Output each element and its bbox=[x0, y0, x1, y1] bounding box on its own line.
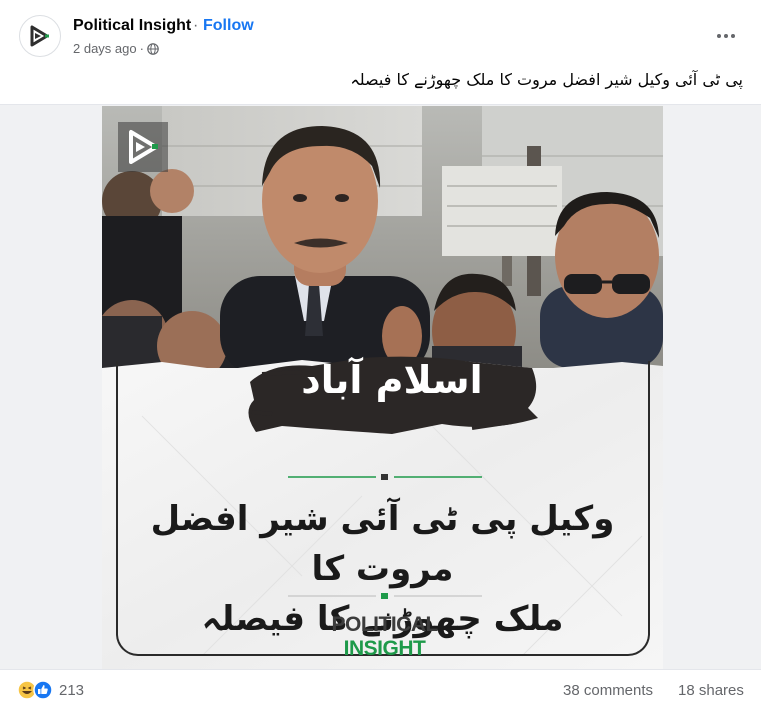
page-name-link[interactable]: Political Insight bbox=[73, 17, 191, 35]
reaction-count: 213 bbox=[59, 681, 85, 699]
brand-word-2: INSIGHT bbox=[343, 637, 426, 660]
image-logo-icon bbox=[118, 122, 168, 172]
divider-bottom bbox=[288, 593, 482, 599]
brand-word-1: POLITICAL bbox=[331, 613, 438, 636]
post-image[interactable]: اسلام آباد وکیل پی ٹی آئی شیر افضل مروت … bbox=[102, 106, 663, 669]
globe-icon bbox=[147, 42, 159, 55]
post-meta: 2 days ago · bbox=[73, 41, 159, 56]
media-container: اسلام آباد وکیل پی ٹی آئی شیر افضل مروت … bbox=[0, 104, 761, 670]
headline-line-1: وکیل پی ٹی آئی شیر افضل مروت کا bbox=[150, 499, 615, 589]
follow-button[interactable]: Follow bbox=[203, 17, 254, 35]
post-header: Political Insight · Follow 2 days ago · bbox=[0, 0, 761, 66]
comments-count-link[interactable]: 38 comments bbox=[563, 682, 653, 699]
more-options-button[interactable] bbox=[708, 22, 744, 50]
feed-post: Political Insight · Follow 2 days ago · … bbox=[0, 0, 761, 713]
like-icon bbox=[33, 680, 53, 700]
brand-wordmark: POLITICAL INSIGHT bbox=[292, 613, 477, 661]
divider-top bbox=[288, 474, 482, 480]
page-avatar[interactable] bbox=[19, 15, 61, 57]
post-caption: پی ٹی آئی وکیل شیر افضل مروت کا ملک چھوڑ… bbox=[350, 70, 743, 89]
post-timestamp[interactable]: 2 days ago bbox=[73, 41, 137, 56]
post-footer: 213 38 comments 18 shares bbox=[0, 670, 761, 713]
meta-separator: · bbox=[139, 41, 144, 56]
name-separator: · bbox=[193, 17, 199, 34]
political-insight-logo-icon bbox=[30, 25, 49, 47]
shares-count-link[interactable]: 18 shares bbox=[678, 682, 744, 699]
more-horizontal-icon bbox=[717, 34, 735, 38]
news-photo bbox=[102, 106, 663, 368]
city-title: اسلام آباد bbox=[301, 358, 483, 402]
reactions-summary[interactable]: 213 bbox=[17, 680, 84, 700]
